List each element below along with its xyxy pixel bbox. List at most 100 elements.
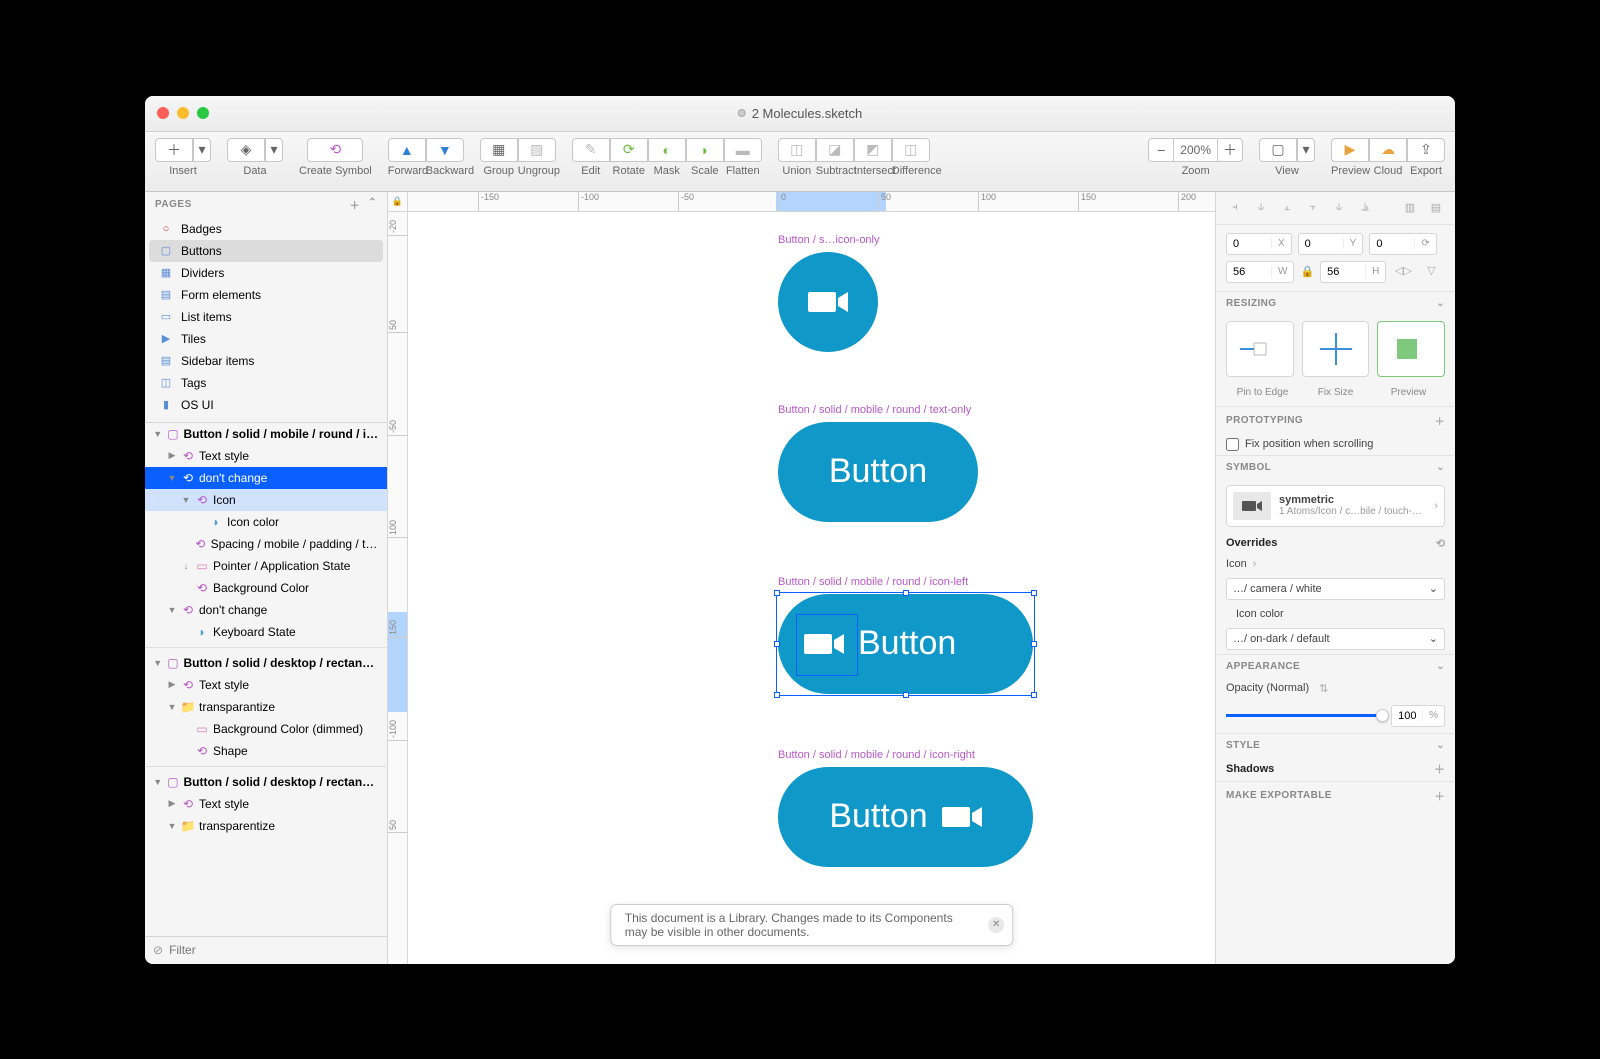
data-button[interactable]: ◈ [227,138,265,162]
icon-color-override-select[interactable]: …/ on-dark / default⌄ [1226,628,1445,650]
layer-row[interactable]: ▶⟲Text style [145,674,387,696]
layer-row[interactable]: ◗Icon color [145,511,387,533]
disclosure-icon[interactable]: ▼ [167,473,177,483]
layer-row[interactable]: ▶⟲Text style [145,445,387,467]
close-window-button[interactable] [157,107,169,119]
backward-button[interactable]: ▼ [426,138,464,162]
page-item[interactable]: ▮OS UI [145,394,387,416]
layer-row[interactable]: ⟲Shape [145,740,387,762]
y-field[interactable]: Y [1298,233,1364,255]
layer-row[interactable]: ▼📁transparantize [145,696,387,718]
page-item[interactable]: ▦Dividers [145,262,387,284]
appearance-collapse-icon[interactable]: ⌄ [1436,661,1445,672]
difference-button[interactable]: ◫ [892,138,930,162]
rotate-button[interactable]: ⟳ [610,138,648,162]
symbol-instance-selector[interactable]: symmetric 1 Atoms/Icon / c…bile / touch-… [1226,485,1445,527]
disclosure-icon[interactable]: ▼ [153,777,162,787]
disclosure-icon[interactable]: ▼ [181,495,191,505]
group-button[interactable]: ▦ [480,138,518,162]
layer-row[interactable]: ▼▢Button / solid / mobile / round / ico… [145,423,387,445]
pin-to-edge-button[interactable] [1226,321,1294,377]
canvas[interactable]: Button / s…icon-only Button / solid / mo… [408,212,1215,964]
close-notification-button[interactable]: ✕ [988,917,1004,933]
cloud-button[interactable]: ☁ [1369,138,1407,162]
disclosure-icon[interactable]: ▼ [167,702,177,712]
view-dropdown-button[interactable]: ▾ [1297,138,1315,162]
disclosure-icon[interactable]: ↓ [181,561,191,571]
align-right-button[interactable]: ⫠ [1276,198,1298,218]
ruler-origin-button[interactable]: 🔒 [388,192,408,211]
layer-row[interactable]: ▶⟲Text style [145,793,387,815]
fix-position-checkbox[interactable] [1226,438,1239,451]
disclosure-icon[interactable]: ▼ [153,658,162,668]
layer-row[interactable]: ▼⟲don't change [145,599,387,621]
disclosure-icon[interactable]: ▼ [153,429,162,439]
layer-row[interactable]: ▼⟲don't change [145,467,387,489]
align-hcenter-button[interactable]: ⫝ [1250,198,1272,218]
resizing-preview-button[interactable] [1377,321,1445,377]
opacity-slider[interactable] [1226,714,1383,717]
icon-override-select[interactable]: …/ camera / white⌄ [1226,578,1445,600]
symbol-collapse-icon[interactable]: ⌄ [1436,462,1445,473]
x-field[interactable]: X [1226,233,1292,255]
align-left-button[interactable]: ⫞ [1224,198,1246,218]
disclosure-icon[interactable]: ▶ [167,798,177,809]
zoom-out-button[interactable]: − [1148,138,1174,162]
align-vcenter-button[interactable]: ⫝ [1328,198,1350,218]
page-item[interactable]: ○Badges [145,218,387,240]
mask-button[interactable]: ◐ [648,138,686,162]
distribute-v-button[interactable]: ▤ [1425,198,1447,218]
page-item[interactable]: ▤Form elements [145,284,387,306]
width-field[interactable]: W [1226,261,1294,283]
flatten-button[interactable]: ▬ [724,138,762,162]
align-top-button[interactable]: ⫟ [1302,198,1324,218]
add-page-button[interactable]: ＋ [350,197,361,212]
page-item[interactable]: ▶Tiles [145,328,387,350]
minimize-window-button[interactable] [177,107,189,119]
page-item[interactable]: ▢Buttons [149,240,383,262]
insert-button[interactable]: ＋ [155,138,193,162]
edit-button[interactable]: ✎ [572,138,610,162]
subtract-button[interactable]: ◪ [816,138,854,162]
height-field[interactable]: H [1320,261,1386,283]
intersect-button[interactable]: ◩ [854,138,892,162]
add-shadow-button[interactable]: ＋ [1434,761,1445,777]
opacity-field[interactable]: % [1391,705,1445,727]
fix-size-button[interactable] [1302,321,1370,377]
layer-row[interactable]: ⟲Background Color [145,577,387,599]
layer-row[interactable]: ◗Keyboard State [145,621,387,643]
collapse-pages-button[interactable]: ⌃ [368,197,377,212]
artboard-icon-left[interactable]: Button / solid / mobile / round / icon-l… [778,594,1033,694]
zoom-in-button[interactable]: ＋ [1217,138,1243,162]
layer-row[interactable]: ▼⟲Icon [145,489,387,511]
scale-button[interactable]: ◗ [686,138,724,162]
disclosure-icon[interactable]: ▶ [167,679,177,690]
layer-row[interactable]: ▼📁transparentize [145,815,387,837]
layer-row[interactable]: ▼▢Button / solid / desktop / rectangul… [145,771,387,793]
resizing-collapse-icon[interactable]: ⌄ [1436,298,1445,309]
artboard-icon-right[interactable]: Button / solid / mobile / round / icon-r… [778,767,1033,867]
reset-overrides-button[interactable]: ⟲ [1436,537,1445,550]
add-export-button[interactable]: ＋ [1435,788,1445,803]
view-button[interactable]: ▢ [1259,138,1297,162]
forward-button[interactable]: ▲ [388,138,426,162]
distribute-h-button[interactable]: ▥ [1399,198,1421,218]
artboard-text-only[interactable]: Button / solid / mobile / round / text-o… [778,422,978,522]
create-symbol-button[interactable]: ⟲ [307,138,363,162]
disclosure-icon[interactable]: ▼ [167,821,177,831]
flip-v-button[interactable]: ▽ [1420,261,1442,281]
flip-h-button[interactable]: ◁▷ [1392,261,1414,281]
add-prototype-button[interactable]: ＋ [1435,413,1445,428]
layer-row[interactable]: ⟲Spacing / mobile / padding / tall / ... [145,533,387,555]
rotate-field[interactable]: ⟳ [1369,233,1436,255]
data-dropdown-button[interactable]: ▾ [265,138,283,162]
style-collapse-icon[interactable]: ⌄ [1436,740,1445,751]
disclosure-icon[interactable]: ▼ [167,605,177,615]
artboard-icon-only[interactable]: Button / s…icon-only [778,252,878,352]
layer-row[interactable]: ▼▢Button / solid / desktop / rectangul… [145,652,387,674]
page-item[interactable]: ◫Tags [145,372,387,394]
union-button[interactable]: ◫ [778,138,816,162]
align-bottom-button[interactable]: ⫡ [1354,198,1376,218]
zoom-window-button[interactable] [197,107,209,119]
export-button[interactable]: ⇪ [1407,138,1445,162]
